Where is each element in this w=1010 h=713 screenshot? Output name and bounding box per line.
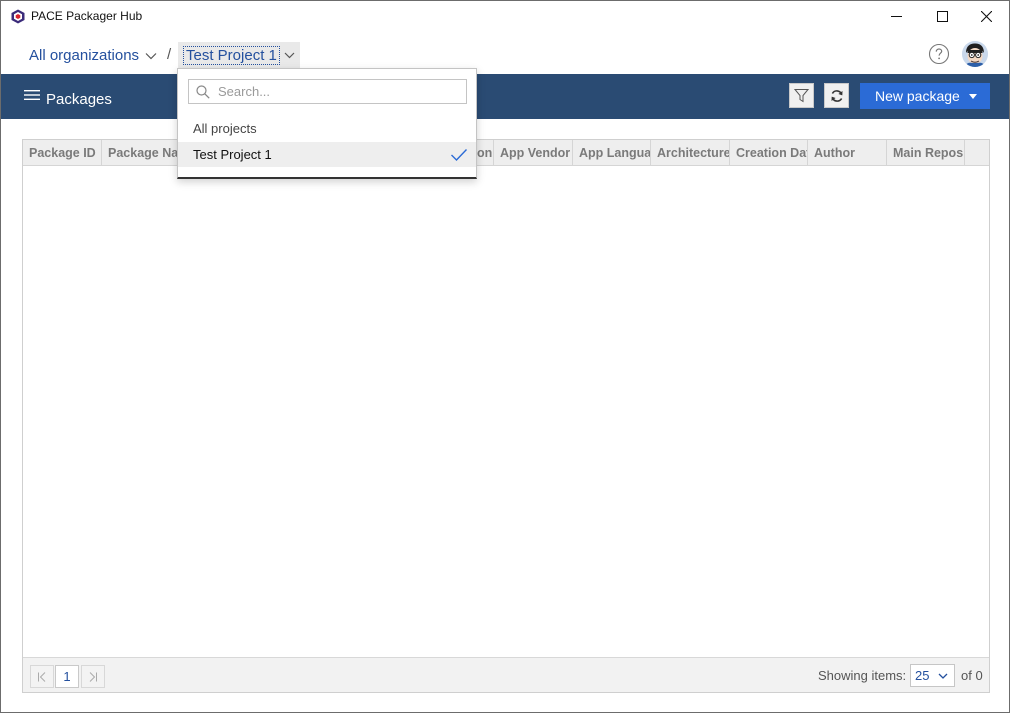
new-package-button[interactable]: New package xyxy=(860,83,990,109)
breadcrumb: All organizations / Test Project 1 xyxy=(1,32,1009,74)
column-header[interactable]: Author xyxy=(808,140,887,166)
project-option-selected[interactable]: Test Project 1 xyxy=(178,142,476,167)
first-page-button[interactable] xyxy=(30,665,54,688)
avatar-icon xyxy=(962,41,988,67)
hamburger-menu-icon[interactable] xyxy=(24,89,40,101)
caret-down-icon xyxy=(968,93,977,99)
organization-label: All organizations xyxy=(29,47,140,64)
current-page-button[interactable]: 1 xyxy=(55,665,79,688)
project-selector[interactable]: Test Project 1 xyxy=(178,42,300,68)
app-window: PACE Packager Hub All organizations / Te… xyxy=(0,0,1010,713)
filter-icon xyxy=(794,89,809,103)
close-button[interactable] xyxy=(963,1,1009,32)
column-header[interactable]: Creation Dat xyxy=(730,140,808,166)
project-search[interactable] xyxy=(188,79,467,104)
grid-footer: 1 Showing items: 25 of 0 xyxy=(23,657,989,692)
last-page-icon xyxy=(89,671,97,682)
organization-selector[interactable]: All organizations xyxy=(29,47,157,64)
column-header[interactable]: App Vendor xyxy=(494,140,573,166)
column-header[interactable]: Package Nam xyxy=(102,140,180,166)
packages-grid: Package ID Package Nam on App Vendor App… xyxy=(22,139,990,693)
project-dropdown: All projects Test Project 1 xyxy=(177,68,477,179)
close-icon xyxy=(980,11,992,22)
minimize-button[interactable] xyxy=(873,1,919,32)
showing-items-label: Showing items: xyxy=(818,668,907,683)
column-header[interactable]: Package ID xyxy=(23,140,102,166)
refresh-button[interactable] xyxy=(824,83,849,108)
last-page-button[interactable] xyxy=(81,665,105,688)
page-size-select[interactable]: 25 xyxy=(910,664,955,687)
refresh-icon xyxy=(831,89,842,102)
minimize-icon xyxy=(890,16,902,17)
new-package-label: New package xyxy=(875,88,960,104)
user-avatar[interactable] xyxy=(962,41,988,67)
maximize-button[interactable] xyxy=(919,1,965,32)
checkmark-icon xyxy=(451,149,468,162)
chevron-down-icon xyxy=(939,673,948,679)
app-logo-icon xyxy=(11,9,25,24)
project-option[interactable]: All projects xyxy=(178,116,476,141)
grid-header: Package ID Package Nam on App Vendor App… xyxy=(23,140,989,166)
packages-toolbar: Packages New package xyxy=(1,74,1009,119)
title-bar: PACE Packager Hub xyxy=(1,1,1009,32)
project-label: Test Project 1 xyxy=(183,45,280,65)
breadcrumb-separator: / xyxy=(167,46,172,63)
project-option-label: Test Project 1 xyxy=(193,147,272,162)
page-title: Packages xyxy=(46,91,112,108)
help-icon[interactable] xyxy=(928,43,950,65)
window-title: PACE Packager Hub xyxy=(31,9,143,23)
search-icon xyxy=(196,84,210,99)
chevron-down-icon xyxy=(145,52,157,59)
first-page-icon xyxy=(38,671,46,682)
column-header[interactable]: Architecture xyxy=(651,140,730,166)
project-search-input[interactable] xyxy=(218,84,458,99)
column-header-spacer xyxy=(965,140,989,166)
page-size-value: 25 xyxy=(915,668,930,683)
grid-body xyxy=(23,166,989,657)
total-count-label: of 0 xyxy=(961,668,983,683)
maximize-icon xyxy=(936,11,948,22)
chevron-down-icon xyxy=(284,52,295,58)
filter-button[interactable] xyxy=(789,83,814,108)
column-header[interactable]: Main Reposi xyxy=(887,140,965,166)
column-header[interactable]: App Langua xyxy=(573,140,651,166)
